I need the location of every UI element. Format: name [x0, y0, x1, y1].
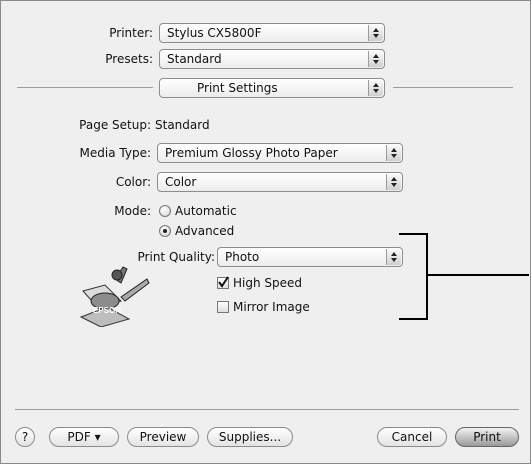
printer-select-value: Stylus CX5800F [167, 26, 262, 40]
high-speed-checkbox[interactable] [217, 276, 229, 289]
pdf-button[interactable]: PDF ▾ [49, 427, 119, 447]
page-setup-value: Standard [155, 118, 210, 132]
separator-left [17, 87, 153, 88]
updown-arrows-icon [368, 51, 383, 67]
chevron-down-icon: ▾ [94, 430, 101, 444]
color-select-value: Color [165, 175, 197, 189]
mirror-image-label: Mirror Image [233, 300, 310, 314]
mode-label: Mode: [114, 204, 151, 218]
updown-arrows-icon [386, 145, 401, 161]
mode-advanced-radio[interactable] [159, 225, 171, 237]
page-setup-label: Page Setup: [79, 118, 151, 132]
print-dialog: Printer: Stylus CX5800F Presets: Standar… [0, 0, 531, 464]
color-select[interactable]: Color [157, 172, 403, 192]
print-button[interactable]: Print [455, 427, 519, 447]
bottom-separator [15, 409, 519, 410]
help-button[interactable]: ? [15, 427, 35, 447]
media-type-select-value: Premium Glossy Photo Paper [165, 146, 338, 160]
presets-label: Presets: [105, 52, 153, 66]
color-label: Color: [115, 175, 151, 189]
panel-select[interactable]: Print Settings [159, 78, 385, 98]
mode-automatic-label: Automatic [175, 204, 237, 218]
printer-label: Printer: [109, 26, 153, 40]
supplies-button[interactable]: Supplies... [207, 427, 293, 447]
epson-logo-text: EPSON [93, 306, 121, 315]
presets-select-value: Standard [167, 52, 222, 66]
updown-arrows-icon [368, 25, 383, 41]
presets-select[interactable]: Standard [159, 49, 385, 69]
preview-button[interactable]: Preview [127, 427, 199, 447]
print-quality-select[interactable]: Photo [217, 247, 403, 267]
separator-right [393, 87, 513, 88]
updown-arrows-icon [386, 174, 401, 190]
epson-printer-logo: EPSON [77, 261, 153, 328]
mode-automatic-radio[interactable] [159, 205, 171, 217]
updown-arrows-icon [368, 80, 383, 96]
panel-select-value: Print Settings [197, 81, 278, 95]
mirror-image-checkbox[interactable] [217, 301, 229, 313]
printer-select[interactable]: Stylus CX5800F [159, 23, 385, 43]
annotation-bracket [399, 233, 529, 320]
mode-advanced-label: Advanced [175, 224, 235, 238]
media-type-label: Media Type: [79, 146, 151, 160]
pdf-button-label: PDF [67, 430, 91, 444]
media-type-select[interactable]: Premium Glossy Photo Paper [157, 143, 403, 163]
checkmark-icon [218, 276, 229, 288]
print-quality-select-value: Photo [225, 250, 260, 264]
high-speed-label: High Speed [233, 276, 303, 290]
cancel-button[interactable]: Cancel [377, 427, 447, 447]
